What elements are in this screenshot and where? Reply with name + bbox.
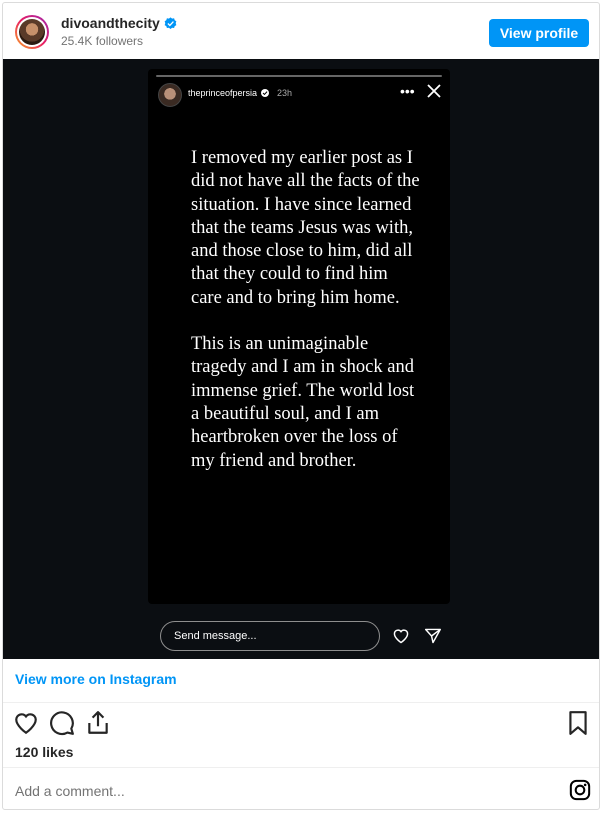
view-profile-button[interactable]: View profile <box>489 19 589 47</box>
username[interactable]: divoandthecity <box>61 15 160 31</box>
comment-icon[interactable] <box>49 710 75 736</box>
story-progress-bar <box>156 75 442 77</box>
comment-input[interactable]: Add a comment... <box>15 783 125 799</box>
avatar[interactable] <box>15 15 49 49</box>
story-time: 23h <box>277 88 293 98</box>
story-text: I removed my earlier post as I did not h… <box>191 147 421 496</box>
story-paragraph-2: This is an unimaginable tragedy and I am… <box>191 334 415 471</box>
like-heart-icon[interactable] <box>13 710 39 736</box>
bookmark-icon[interactable] <box>565 710 591 736</box>
verified-badge-icon <box>164 16 177 29</box>
profile-photo <box>19 19 45 45</box>
send-message-field: Send message... <box>160 621 380 651</box>
instagram-logo-icon[interactable] <box>569 779 591 801</box>
divider <box>3 702 599 703</box>
story-avatar <box>158 83 182 107</box>
view-more-link[interactable]: View more on Instagram <box>15 671 177 687</box>
story-send-icon <box>424 628 441 644</box>
story-heart-icon <box>393 629 409 644</box>
more-options-icon: ••• <box>400 83 415 99</box>
story-header: theprinceofpersia 23h <box>188 88 292 98</box>
story-verified-icon <box>261 89 270 97</box>
post-media[interactable]: theprinceofpersia 23h ••• I removed my e… <box>3 59 599 659</box>
post-header: divoandthecity 25.4K followers View prof… <box>3 3 599 59</box>
action-bar <box>3 706 599 746</box>
share-icon[interactable] <box>85 710 111 736</box>
instagram-embed-card: divoandthecity 25.4K followers View prof… <box>2 2 600 810</box>
divider <box>3 767 599 768</box>
story-paragraph-1: I removed my earlier post as I did not h… <box>191 148 420 308</box>
username-row[interactable]: divoandthecity <box>61 15 177 31</box>
story-screenshot: theprinceofpersia 23h ••• I removed my e… <box>148 69 450 604</box>
story-username: theprinceofpersia <box>188 88 258 98</box>
follower-count: 25.4K followers <box>61 34 144 48</box>
close-icon <box>427 84 441 98</box>
like-count[interactable]: 120 likes <box>15 744 73 760</box>
